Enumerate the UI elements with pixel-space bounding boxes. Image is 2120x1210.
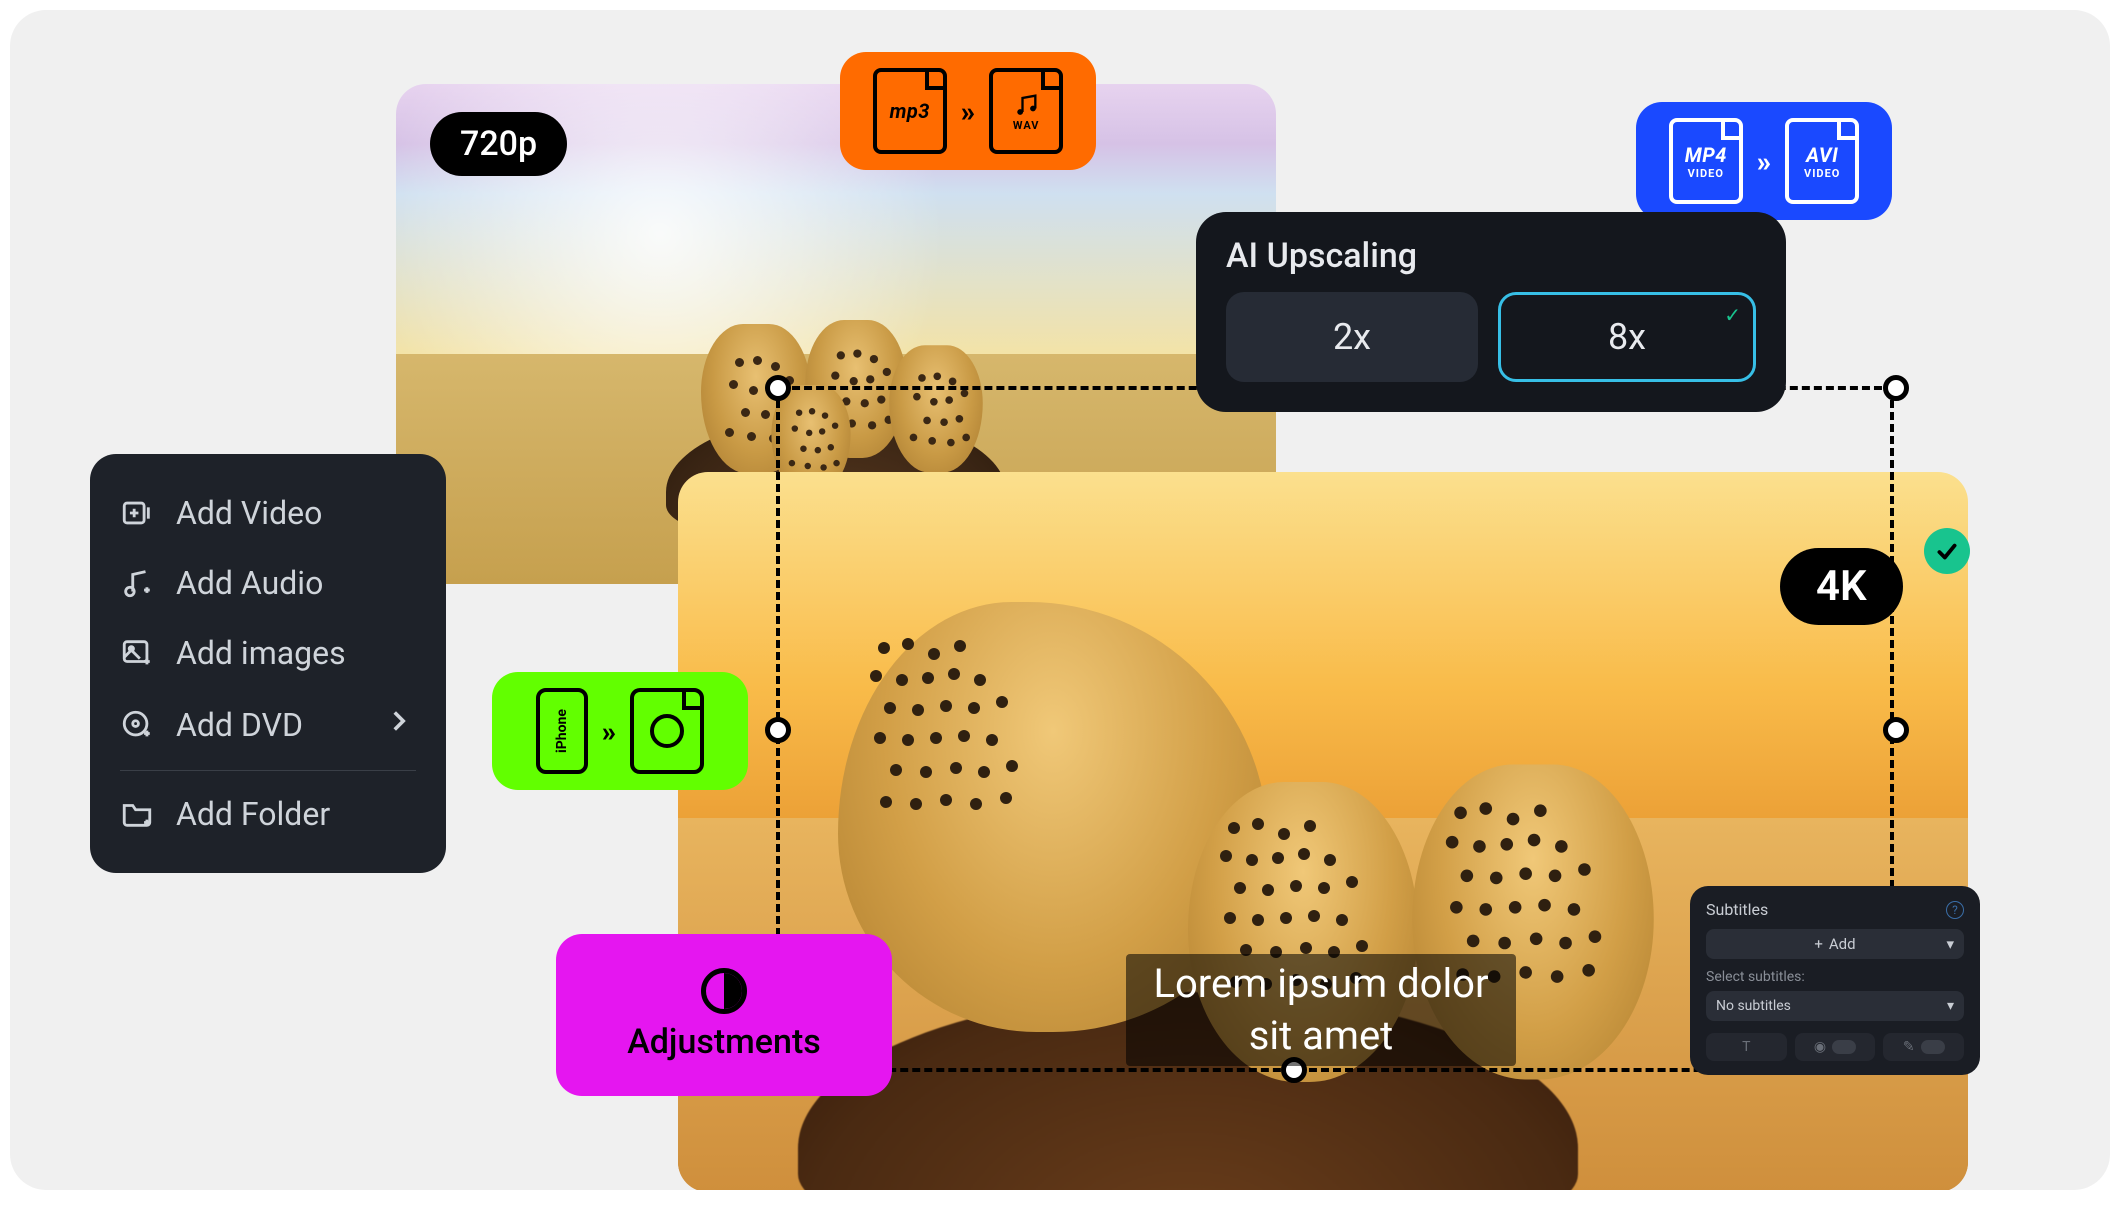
add-dvd-item[interactable]: Add DVD <box>116 688 420 762</box>
contrast-icon <box>701 968 747 1014</box>
subtitle-color-toggle[interactable]: ◉ <box>1795 1033 1876 1061</box>
crop-handle[interactable] <box>765 717 791 743</box>
chevron-right-icon: » <box>1757 145 1771 178</box>
adjustments-chip[interactable]: Adjustments <box>556 934 892 1096</box>
add-audio-item[interactable]: Add Audio <box>116 548 420 618</box>
canvas: 720p mp3 » WAV MP4 VIDEO » AVI VIDEO <box>10 10 2110 1190</box>
menu-item-label: Add Video <box>176 494 322 532</box>
subtitle-font-tool[interactable]: T <box>1706 1033 1787 1061</box>
panel-title: AI Upscaling <box>1226 236 1756 276</box>
camera-icon <box>630 688 704 774</box>
chevron-right-icon: » <box>602 715 616 748</box>
subtitle-edit-toggle[interactable]: ✎ <box>1883 1033 1964 1061</box>
menu-item-label: Add images <box>176 634 346 672</box>
menu-item-label: Add DVD <box>176 706 303 744</box>
chevron-right-icon <box>382 704 416 746</box>
button-label: Add <box>1829 935 1856 953</box>
plus-icon: + <box>1814 935 1823 953</box>
crop-handle[interactable] <box>1883 717 1909 743</box>
folder-add-icon <box>120 797 154 831</box>
add-media-menu: Add Video Add Audio Add images Add DVD A… <box>90 454 446 873</box>
subtitle-overlay: Lorem ipsum dolor sit amet <box>1126 954 1516 1066</box>
help-icon[interactable]: ? <box>1946 901 1964 919</box>
menu-item-label: Add Audio <box>176 564 323 602</box>
panel-title: Subtitles <box>1706 900 1768 919</box>
resolution-badge-720p: 720p <box>430 112 567 176</box>
add-folder-item[interactable]: Add Folder <box>116 779 420 849</box>
convert-chip-iphone-camera[interactable]: iPhone » <box>492 672 748 790</box>
subtitles-panel: Subtitles ? + Add ▾ Select subtitles: No… <box>1690 886 1980 1075</box>
chevron-right-icon: » <box>961 95 975 128</box>
menu-divider <box>120 770 416 771</box>
field-label: Select subtitles: <box>1706 969 1964 985</box>
ai-upscaling-panel: AI Upscaling 2x 8x✓ <box>1196 212 1786 412</box>
video-add-icon <box>120 496 154 530</box>
chevron-down-icon: ▾ <box>1946 935 1954 953</box>
adjustments-label: Adjustments <box>627 1022 821 1062</box>
dvd-add-icon <box>120 708 154 742</box>
file-icon-mp3: mp3 <box>873 68 947 154</box>
file-icon-mp4: MP4 VIDEO <box>1669 118 1743 204</box>
image-add-icon <box>120 636 154 670</box>
file-icon-avi: AVI VIDEO <box>1785 118 1859 204</box>
add-images-item[interactable]: Add images <box>116 618 420 688</box>
convert-chip-mp3-wav[interactable]: mp3 » WAV <box>840 52 1096 170</box>
crop-handle[interactable] <box>1883 375 1909 401</box>
upscale-option-8x[interactable]: 8x✓ <box>1498 292 1756 382</box>
crop-handle[interactable] <box>765 375 791 401</box>
convert-chip-mp4-avi[interactable]: MP4 VIDEO » AVI VIDEO <box>1636 102 1892 220</box>
music-icon <box>1012 91 1040 119</box>
check-icon: ✓ <box>1724 303 1741 327</box>
upscale-option-2x[interactable]: 2x <box>1226 292 1478 382</box>
chevron-down-icon: ▾ <box>1947 998 1954 1014</box>
subtitles-select[interactable]: No subtitles ▾ <box>1706 991 1964 1021</box>
resolution-badge-4k: 4K <box>1780 548 1903 625</box>
audio-add-icon <box>120 566 154 600</box>
add-video-item[interactable]: Add Video <box>116 478 420 548</box>
iphone-icon: iPhone <box>536 688 588 774</box>
check-icon <box>1924 528 1970 574</box>
file-icon-wav: WAV <box>989 68 1063 154</box>
subtitles-add-button[interactable]: + Add ▾ <box>1706 929 1964 959</box>
menu-item-label: Add Folder <box>176 795 330 833</box>
